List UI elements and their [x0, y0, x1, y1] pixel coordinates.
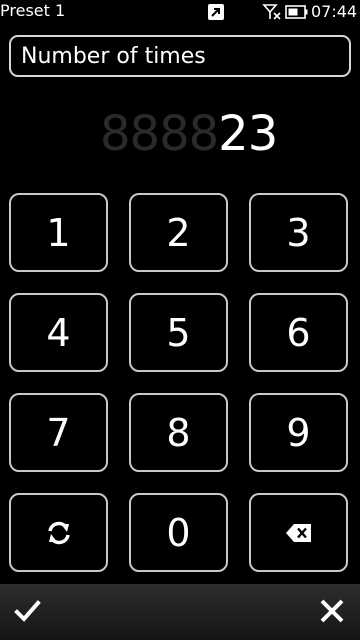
- key-5[interactable]: 5: [129, 293, 228, 372]
- key-0[interactable]: 0: [129, 493, 228, 572]
- key-6[interactable]: 6: [249, 293, 348, 372]
- timer-preset-screen: Preset 1 07:44 Number of times 888823 1 …: [0, 0, 360, 640]
- key-4-label: 4: [46, 310, 71, 355]
- notification-icon: [207, 3, 225, 21]
- backspace-button[interactable]: [249, 493, 348, 572]
- key-6-label: 6: [286, 310, 311, 355]
- key-0-label: 0: [166, 510, 191, 555]
- key-8[interactable]: 8: [129, 393, 228, 472]
- no-signal-icon: [262, 3, 282, 21]
- status-bar: Preset 1 07:44: [0, 0, 360, 24]
- key-1-label: 1: [46, 210, 71, 255]
- display-value: 23: [218, 106, 278, 162]
- display-ghost-digits: 8888: [100, 106, 219, 162]
- status-title: Preset 1: [0, 1, 66, 20]
- key-9-label: 9: [286, 410, 311, 455]
- count-display: 888823: [100, 104, 300, 164]
- preset-name-field[interactable]: Number of times: [9, 35, 351, 77]
- status-time: 07:44: [311, 2, 358, 21]
- bottom-toolbar: [0, 584, 360, 640]
- reset-button[interactable]: [9, 493, 108, 572]
- key-7-label: 7: [46, 410, 71, 455]
- key-3-label: 3: [286, 210, 311, 255]
- battery-icon: [285, 3, 309, 21]
- key-1[interactable]: 1: [9, 193, 108, 272]
- key-7[interactable]: 7: [9, 393, 108, 472]
- key-2[interactable]: 2: [129, 193, 228, 272]
- key-8-label: 8: [166, 410, 191, 455]
- refresh-icon: [45, 519, 73, 547]
- key-5-label: 5: [166, 310, 191, 355]
- backspace-icon: [285, 523, 313, 543]
- preset-name-value: Number of times: [21, 44, 206, 69]
- key-2-label: 2: [166, 210, 191, 255]
- key-9[interactable]: 9: [249, 393, 348, 472]
- checkmark-icon: [8, 600, 48, 634]
- ok-button[interactable]: [8, 594, 48, 630]
- close-icon: [312, 599, 352, 634]
- key-4[interactable]: 4: [9, 293, 108, 372]
- key-3[interactable]: 3: [249, 193, 348, 272]
- cancel-button[interactable]: [312, 594, 352, 630]
